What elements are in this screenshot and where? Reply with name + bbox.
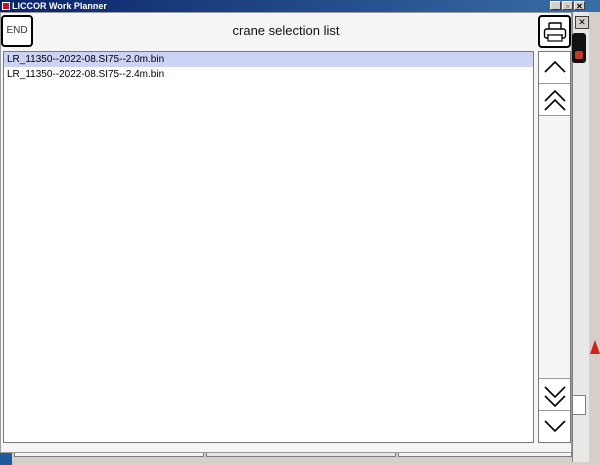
double-chevron-down-icon (544, 386, 566, 407)
double-chevron-up-icon (544, 90, 566, 111)
chevron-down-icon (544, 420, 566, 433)
background-toolbar-button[interactable] (572, 33, 586, 63)
red-arrow-icon (590, 340, 600, 354)
window-title: LICCOR Work Planner (12, 1, 107, 11)
window-titlebar: LICCOR Work Planner _ ▫ ✕ (0, 0, 600, 12)
crane-list[interactable]: LR_11350--2022-08.SI75--2.0m.bin LR_11350… (3, 51, 534, 443)
crane-list-item[interactable]: LR_11350--2022-08.SI75--2.4m.bin (4, 67, 533, 82)
page-down-button[interactable] (539, 378, 570, 410)
background-close-button[interactable]: ✕ (575, 16, 589, 29)
printer-icon (543, 22, 567, 42)
end-button[interactable]: END (1, 15, 33, 47)
scroll-down-button[interactable] (539, 410, 570, 442)
dialog-title: crane selection list (232, 23, 340, 38)
background-side-input[interactable] (572, 395, 586, 415)
print-button[interactable] (538, 15, 571, 48)
app-icon (2, 2, 10, 10)
chevron-up-icon (544, 60, 566, 73)
crane-selection-dialog: END crane selection list LR_11350--2022-… (0, 12, 572, 453)
scroll-controls (538, 51, 571, 443)
crane-list-item[interactable]: LR_11350--2022-08.SI75--2.0m.bin (4, 52, 533, 67)
scroll-up-button[interactable] (539, 52, 570, 84)
close-button[interactable]: ✕ (574, 1, 585, 11)
maximize-button[interactable]: ▫ (562, 1, 573, 11)
minimize-button[interactable]: _ (550, 1, 561, 11)
page-up-button[interactable] (539, 84, 570, 116)
